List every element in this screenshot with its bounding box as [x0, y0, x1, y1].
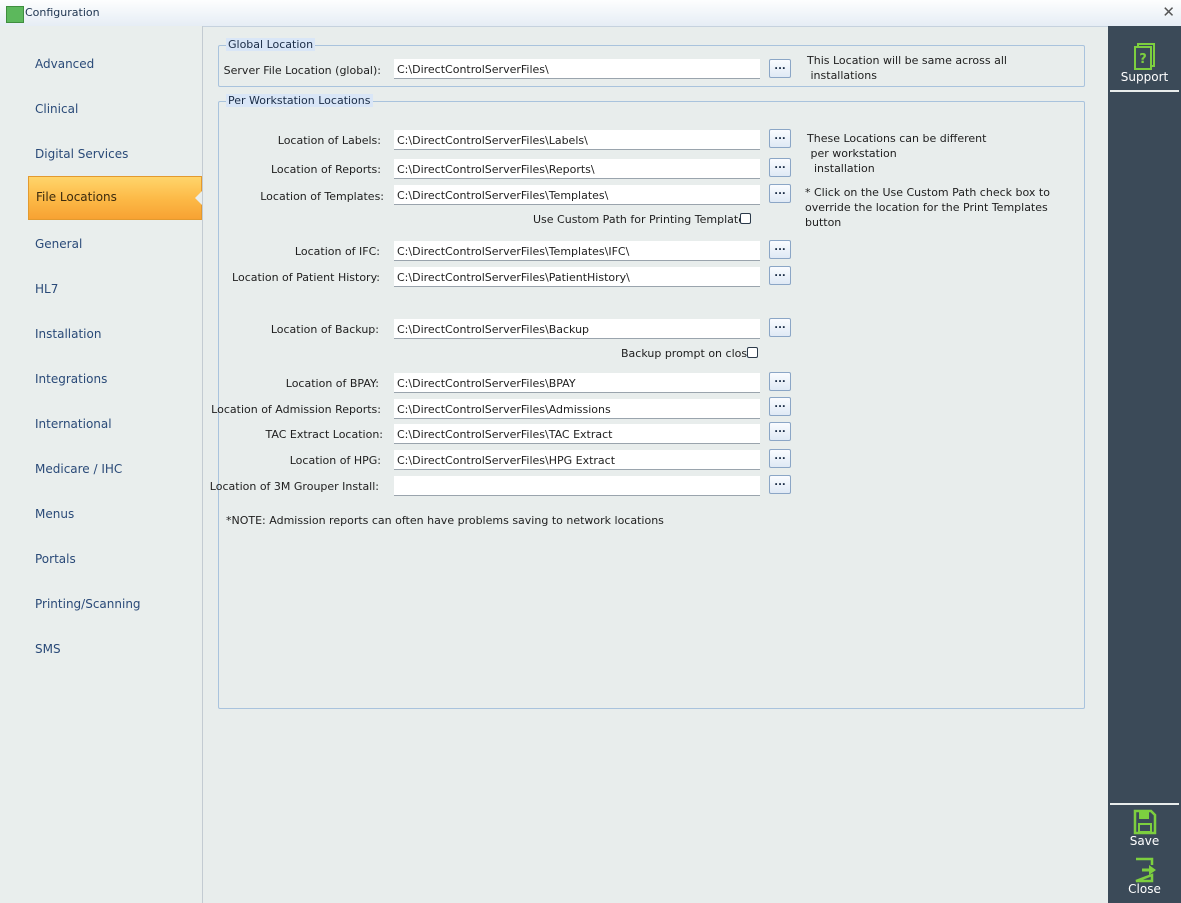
hpg-browse-button[interactable]: ... — [769, 449, 791, 468]
sidebar-item-hl7[interactable]: HL7 — [28, 268, 202, 310]
tac-extract-browse-button[interactable]: ... — [769, 422, 791, 441]
sidebar-item-advanced[interactable]: Advanced — [28, 43, 202, 85]
custom-path-label: Use Custom Path for Printing Templates — [533, 213, 751, 226]
ifc-location-field[interactable] — [394, 241, 760, 261]
svg-text:?: ? — [1139, 52, 1147, 67]
ifc-browse-button[interactable]: ... — [769, 240, 791, 259]
sidebar-item-printing-scanning[interactable]: Printing/Scanning — [28, 583, 202, 625]
exit-icon — [1135, 857, 1156, 883]
tac-extract-location-field[interactable] — [394, 424, 760, 444]
sidebar-item-clinical[interactable]: Clinical — [28, 88, 202, 130]
custom-path-checkbox[interactable] — [740, 213, 751, 224]
ifc-location-label: Location of IFC: — [294, 245, 380, 258]
custom-path-note: * Click on the Use Custom Path check box… — [805, 186, 1050, 229]
close-label: Close — [1128, 882, 1161, 896]
patient-history-browse-button[interactable]: ... — [769, 266, 791, 285]
global-location-note: This Location will be same across all in… — [807, 54, 1007, 82]
backup-prompt-label: Backup prompt on close — [621, 347, 754, 360]
server-file-location-label: Server File Location (global): — [223, 64, 381, 77]
window-close-icon[interactable]: ✕ — [1162, 3, 1175, 21]
admission-reports-location-field[interactable] — [394, 399, 760, 419]
workstation-note: These Locations can be different per wor… — [807, 132, 987, 175]
support-underline — [1110, 90, 1179, 92]
app-icon — [6, 6, 24, 23]
admission-reports-browse-button[interactable]: ... — [769, 397, 791, 416]
bpay-browse-button[interactable]: ... — [769, 372, 791, 391]
server-file-location-field[interactable] — [394, 59, 760, 79]
admission-reports-location-label: Location of Admission Reports: — [211, 403, 381, 416]
sidebar-item-digital-services[interactable]: Digital Services — [28, 133, 202, 175]
server-file-location-browse-button[interactable]: ... — [769, 59, 791, 78]
labels-browse-button[interactable]: ... — [769, 129, 791, 148]
support-button[interactable]: ? Support — [1108, 42, 1181, 90]
sidebar-item-medicare-ihc[interactable]: Medicare / IHC — [28, 448, 202, 490]
title-bar: Configuration ✕ — [0, 0, 1181, 27]
bottom-divider — [1110, 803, 1179, 805]
tac-extract-location-label: TAC Extract Location: — [265, 428, 384, 441]
window-title: Configuration — [25, 6, 100, 19]
save-button[interactable]: Save — [1108, 808, 1181, 850]
sidebar-item-sms[interactable]: SMS — [28, 628, 202, 670]
grouper-install-location-field[interactable] — [394, 476, 760, 496]
reports-location-label: Location of Reports: — [270, 163, 381, 176]
templates-browse-button[interactable]: ... — [769, 184, 791, 203]
templates-location-field[interactable] — [394, 185, 760, 205]
bpay-location-field[interactable] — [394, 373, 760, 393]
patient-history-location-label: Location of Patient History: — [232, 271, 380, 284]
sidebar-item-integrations[interactable]: Integrations — [28, 358, 202, 400]
hpg-location-label: Location of HPG: — [289, 454, 381, 467]
help-document-icon: ? — [1133, 43, 1155, 70]
hpg-location-field[interactable] — [394, 450, 760, 470]
sidebar-item-file-locations[interactable]: File Locations — [28, 176, 202, 220]
support-label: Support — [1120, 70, 1169, 84]
workstation-locations-title: Per Workstation Locations — [226, 94, 373, 107]
reports-location-field[interactable] — [394, 159, 760, 179]
sidebar-item-menus[interactable]: Menus — [28, 493, 202, 535]
reports-browse-button[interactable]: ... — [769, 158, 791, 177]
sidebar-item-portals[interactable]: Portals — [28, 538, 202, 580]
grouper-install-location-label: Location of 3M Grouper Install: — [209, 480, 379, 493]
admission-reports-footnote: *NOTE: Admission reports can often have … — [226, 514, 664, 527]
grouper-install-browse-button[interactable]: ... — [769, 475, 791, 494]
close-button[interactable]: Close — [1108, 856, 1181, 900]
backup-location-label: Location of Backup: — [270, 323, 379, 336]
save-label: Save — [1129, 834, 1160, 848]
global-location-title: Global Location — [226, 38, 316, 51]
save-icon — [1133, 809, 1156, 835]
backup-location-field[interactable] — [394, 319, 760, 339]
action-bar: ? Support Save Close — [1108, 26, 1181, 903]
sidebar-item-general[interactable]: General — [28, 223, 202, 265]
backup-prompt-checkbox[interactable] — [747, 347, 758, 358]
labels-location-field[interactable] — [394, 130, 760, 150]
templates-location-label: Location of Templates: — [260, 190, 384, 203]
bpay-location-label: Location of BPAY: — [285, 377, 379, 390]
patient-history-location-field[interactable] — [394, 267, 760, 287]
sidebar-item-installation[interactable]: Installation — [28, 313, 202, 355]
labels-location-label: Location of Labels: — [277, 134, 381, 147]
sidebar: Advanced Clinical Digital Services File … — [0, 26, 203, 903]
backup-browse-button[interactable]: ... — [769, 318, 791, 337]
sidebar-item-international[interactable]: International — [28, 403, 202, 445]
